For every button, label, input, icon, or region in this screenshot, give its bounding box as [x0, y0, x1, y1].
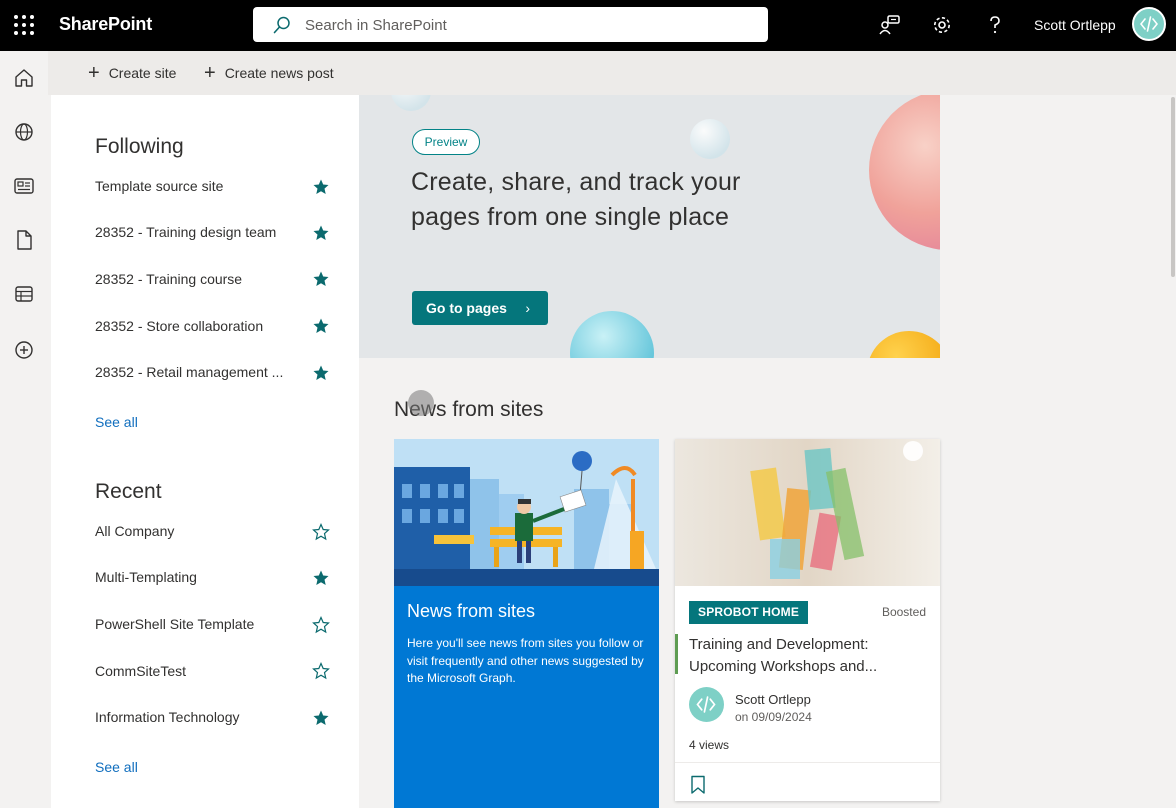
create-news-label: Create news post: [224, 65, 334, 81]
news-promo-card[interactable]: News from sites Here you'll see news fro…: [394, 439, 659, 808]
mouse-cursor: [408, 390, 434, 416]
globe-icon[interactable]: [13, 121, 35, 143]
file-icon[interactable]: [13, 229, 35, 251]
boosted-accent-bar: [675, 634, 678, 674]
go-to-pages-label: Go to pages: [426, 300, 507, 316]
code-icon: [1140, 16, 1158, 32]
article-title[interactable]: Training and Development: Upcoming Works…: [689, 634, 929, 678]
article-author: Scott Ortlepp: [735, 692, 811, 707]
search-box[interactable]: [253, 7, 768, 42]
scrollbar[interactable]: [1168, 95, 1176, 808]
avatar: [689, 687, 724, 722]
search-icon: [273, 16, 290, 34]
following-item[interactable]: 28352 - Store collaboration: [95, 318, 340, 338]
recent-item[interactable]: Information Technology: [95, 709, 340, 729]
recent-heading: Recent: [95, 480, 162, 503]
following-item[interactable]: 28352 - Training design team: [95, 224, 340, 244]
star-filled-icon[interactable]: [312, 569, 330, 587]
article-thumbnail: [675, 439, 940, 586]
add-icon[interactable]: [13, 339, 35, 361]
star-filled-icon[interactable]: [312, 270, 330, 288]
list-icon[interactable]: [13, 283, 35, 305]
left-rail: [0, 51, 48, 808]
plus-icon: +: [204, 62, 216, 84]
news-icon[interactable]: [13, 175, 35, 197]
home-icon[interactable]: [13, 67, 35, 89]
hero-title: Create, share, and track your pages from…: [411, 168, 741, 231]
chevron-right-icon: ›: [525, 300, 530, 316]
following-item[interactable]: Template source site: [95, 178, 340, 198]
news-illustration: [394, 439, 659, 586]
following-heading: Following: [95, 135, 184, 158]
news-promo-title: News from sites: [407, 601, 536, 621]
article-date: on 09/09/2024: [735, 710, 812, 724]
star-filled-icon[interactable]: [312, 364, 330, 382]
star-filled-icon[interactable]: [312, 317, 330, 335]
following-item[interactable]: 28352 - Training course: [95, 271, 340, 291]
star-filled-icon[interactable]: [312, 709, 330, 727]
app-launcher-icon[interactable]: [14, 15, 34, 35]
create-site-label: Create site: [108, 65, 177, 81]
recent-item[interactable]: Multi-Templating: [95, 569, 340, 589]
search-input[interactable]: [305, 13, 745, 37]
gear-icon[interactable]: [931, 14, 953, 36]
code-icon: [696, 696, 716, 713]
star-filled-icon[interactable]: [312, 224, 330, 242]
boosted-label: Boosted: [881, 605, 926, 619]
create-news-post-button[interactable]: + Create news post: [204, 62, 334, 84]
sites-panel: Following Template source site 28352 - T…: [51, 95, 359, 808]
suite-header: SharePoint Scott Ortlepp: [0, 0, 1176, 51]
scrollbar-thumb[interactable]: [1171, 97, 1175, 277]
bookmark-icon[interactable]: [690, 775, 706, 795]
news-article-card[interactable]: SPROBOT HOME Boosted Training and Develo…: [675, 439, 940, 801]
avatar[interactable]: [1132, 7, 1166, 41]
recent-item[interactable]: All Company: [95, 523, 340, 543]
star-outline-icon[interactable]: [312, 662, 330, 680]
go-to-pages-button[interactable]: Go to pages ›: [412, 291, 548, 325]
site-tag[interactable]: SPROBOT HOME: [689, 601, 809, 624]
help-icon[interactable]: [984, 14, 1006, 36]
plus-icon: +: [88, 62, 100, 84]
recent-see-all-link[interactable]: See all: [95, 759, 138, 775]
article-views: 4 views: [689, 738, 730, 752]
app-title[interactable]: SharePoint: [59, 14, 152, 35]
divider: [675, 762, 940, 763]
recent-item[interactable]: PowerShell Site Template: [95, 616, 340, 636]
news-promo-description: Here you'll see news from sites you foll…: [407, 636, 644, 685]
star-outline-icon[interactable]: [312, 616, 330, 634]
recent-item[interactable]: CommSiteTest: [95, 663, 340, 683]
command-bar: + Create site + Create news post: [48, 51, 1176, 95]
pages-promo-banner: Preview Create, share, and track your pa…: [359, 95, 940, 358]
following-see-all-link[interactable]: See all: [95, 414, 138, 430]
star-filled-icon[interactable]: [312, 178, 330, 196]
create-site-button[interactable]: + Create site: [88, 62, 177, 84]
preview-badge: Preview: [412, 129, 480, 155]
star-outline-icon[interactable]: [312, 523, 330, 541]
feedback-icon[interactable]: [879, 14, 901, 36]
user-name[interactable]: Scott Ortlepp: [1034, 17, 1116, 33]
following-item[interactable]: 28352 - Retail management ...: [95, 364, 340, 384]
